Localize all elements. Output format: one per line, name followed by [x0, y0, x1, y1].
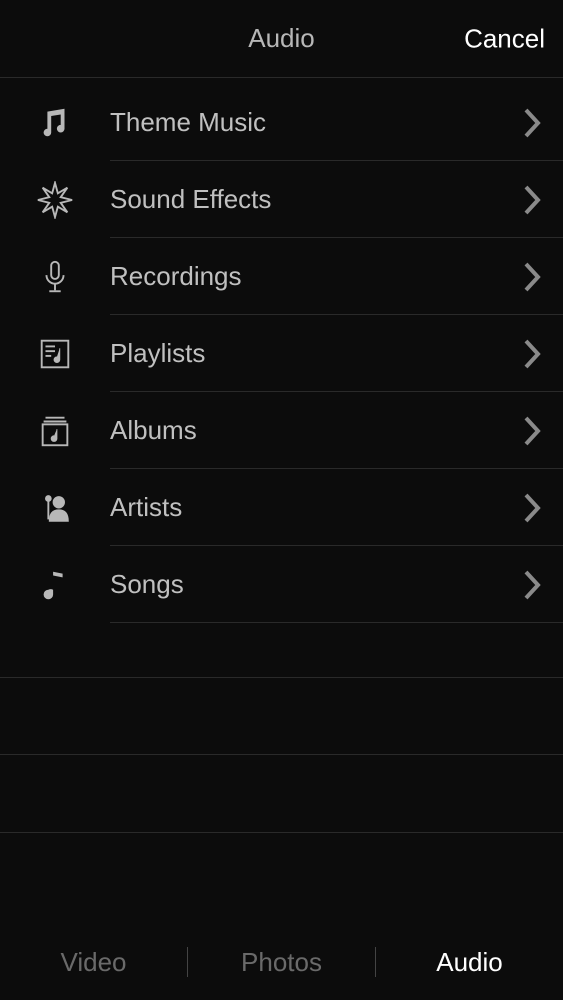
bottom-toolbar: Video Photos Audio — [0, 924, 563, 1000]
microphone-icon — [0, 258, 110, 296]
empty-row — [0, 677, 563, 755]
menu-item-label: Theme Music — [110, 107, 503, 138]
chevron-right-icon — [503, 492, 563, 524]
burst-icon — [0, 181, 110, 219]
menu-item-label: Sound Effects — [110, 184, 503, 215]
menu-item-recordings[interactable]: Recordings — [0, 238, 563, 315]
menu-list: Theme Music Sound Effects Recordings Pla… — [0, 78, 563, 623]
menu-item-sound-effects[interactable]: Sound Effects — [0, 161, 563, 238]
menu-item-label: Artists — [110, 492, 503, 523]
albums-icon — [0, 412, 110, 450]
chevron-right-icon — [503, 569, 563, 601]
tab-audio[interactable]: Audio — [376, 947, 563, 978]
chevron-right-icon — [503, 338, 563, 370]
chevron-right-icon — [503, 184, 563, 216]
playlist-icon — [0, 335, 110, 373]
menu-item-songs[interactable]: Songs — [0, 546, 563, 623]
menu-item-theme-music[interactable]: Theme Music — [0, 84, 563, 161]
menu-item-albums[interactable]: Albums — [0, 392, 563, 469]
menu-item-playlists[interactable]: Playlists — [0, 315, 563, 392]
tab-video[interactable]: Video — [0, 947, 187, 978]
chevron-right-icon — [503, 261, 563, 293]
chevron-right-icon — [503, 107, 563, 139]
header: Audio Cancel — [0, 0, 563, 78]
header-title: Audio — [248, 23, 315, 54]
song-icon — [0, 566, 110, 604]
empty-rows — [0, 677, 563, 833]
artist-icon — [0, 489, 110, 527]
chevron-right-icon — [503, 415, 563, 447]
menu-item-artists[interactable]: Artists — [0, 469, 563, 546]
tab-photos[interactable]: Photos — [188, 947, 375, 978]
menu-item-label: Recordings — [110, 261, 503, 292]
music-notes-icon — [0, 104, 110, 142]
empty-row — [0, 755, 563, 833]
cancel-button[interactable]: Cancel — [464, 23, 545, 54]
menu-item-label: Playlists — [110, 338, 503, 369]
menu-item-label: Songs — [110, 569, 503, 600]
menu-item-label: Albums — [110, 415, 503, 446]
